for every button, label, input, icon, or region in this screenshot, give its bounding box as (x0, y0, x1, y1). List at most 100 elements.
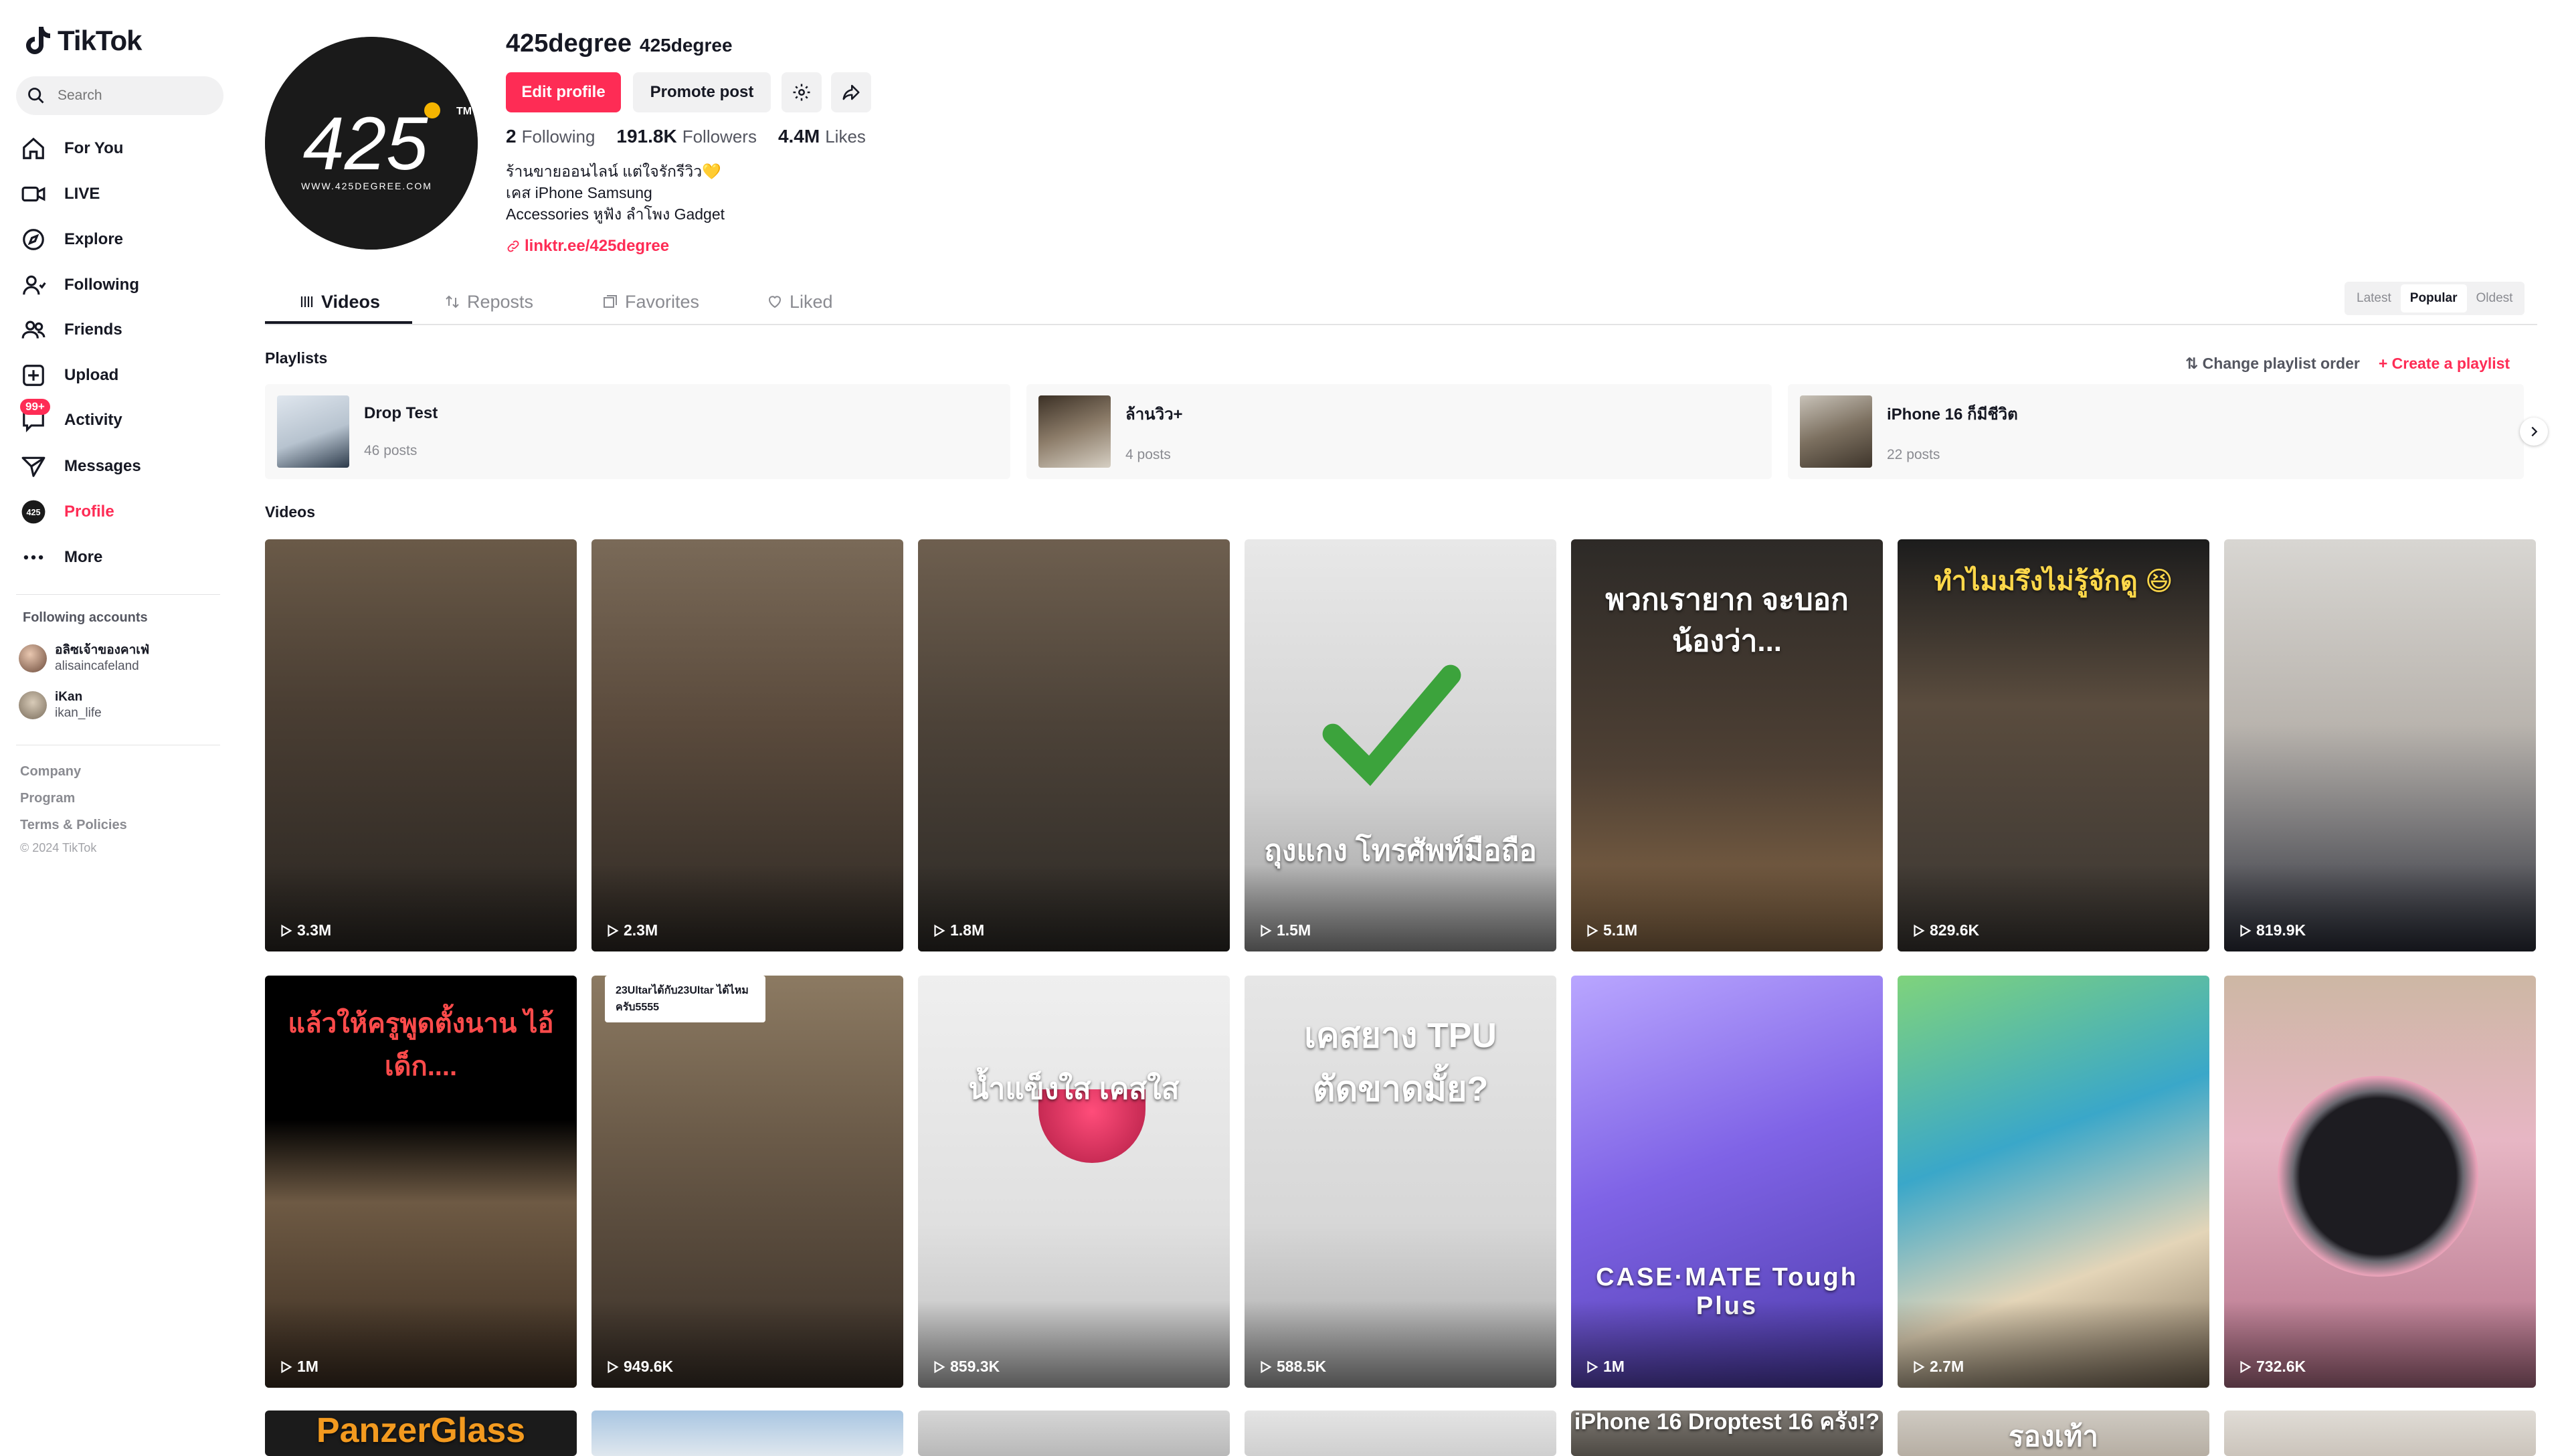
playlist-next-button[interactable] (2520, 418, 2548, 446)
sort-popular[interactable]: Popular (2400, 284, 2467, 312)
sort-latest[interactable]: Latest (2347, 284, 2401, 312)
video-thumbnail[interactable] (1245, 1410, 1556, 1456)
account-handle: ikan_life (55, 706, 102, 720)
video-caption: น้ำแข็งใส เคสใส (968, 1073, 1180, 1105)
nav-friends[interactable]: Friends (16, 310, 223, 349)
video-thumbnail[interactable] (918, 1410, 1230, 1456)
nav-messages[interactable]: Messages (16, 447, 223, 486)
playlist-card[interactable]: ล้านวิว+ 4 posts (1026, 384, 1772, 479)
account-handle: alisaincafeland (55, 659, 139, 673)
activity-badge: 99+ (20, 399, 50, 415)
tab-videos[interactable]: Videos (298, 281, 380, 323)
playlist-name: iPhone 16 ก็มีชีวิต (1887, 405, 2018, 424)
nav-for-you[interactable]: For You (16, 129, 223, 168)
video-thumbnail[interactable]: iPhone 16 Droptest 16 ครั้ง!? (1571, 1410, 1883, 1456)
promote-post-button[interactable]: Promote post (633, 72, 771, 112)
followers-stat[interactable]: 191.8K Followers (616, 126, 757, 147)
nav-label: More (64, 548, 103, 566)
tab-reposts[interactable]: Reposts (444, 281, 533, 323)
playlist-card[interactable]: Drop Test 46 posts (265, 384, 1010, 479)
video-thumbnail[interactable]: 2.3M (591, 539, 903, 951)
play-icon (281, 924, 292, 937)
video-views: 829.6K (1911, 921, 1979, 939)
videos-heading: Videos (265, 503, 315, 521)
share-profile-button[interactable] (831, 72, 871, 112)
tab-favorites[interactable]: Favorites (602, 281, 699, 323)
following-account[interactable]: อลิซเจ้าของคาเฟ่ alisaincafeland (19, 642, 149, 674)
svg-text:425: 425 (26, 508, 40, 517)
footer-link-terms[interactable]: Terms & Policies (20, 818, 127, 833)
video-thumbnail[interactable] (591, 1410, 903, 1456)
footer-link-company[interactable]: Company (20, 764, 81, 780)
following-account[interactable]: iKan ikan_life (19, 689, 102, 721)
nav-profile[interactable]: 425 Profile (16, 492, 223, 531)
video-thumbnail[interactable]: 2.7M (1898, 976, 2209, 1388)
edit-profile-button[interactable]: Edit profile (506, 72, 621, 112)
nav-label: Profile (64, 503, 114, 521)
play-icon (1587, 1360, 1598, 1373)
search-input[interactable] (56, 87, 206, 104)
more-icon (23, 555, 43, 560)
nav-live[interactable]: LIVE (16, 175, 223, 213)
playlist-card[interactable]: iPhone 16 ก็มีชีวิต 22 posts (1788, 384, 2524, 479)
video-thumbnail[interactable]: 3.3M (265, 539, 577, 951)
nav-label: Friends (64, 321, 122, 339)
create-playlist-button[interactable]: + Create a playlist (2379, 355, 2510, 373)
video-thumbnail[interactable]: ทำไมมรึงไม่รู้จักดู 😆 829.6K (1898, 539, 2209, 951)
upload-icon (23, 365, 44, 386)
video-thumbnail[interactable]: 23Ultarได้กับ23Ultar ได้ไหมครับ5555 949.… (591, 976, 903, 1388)
profile-avatar: 425 TM WWW.425DEGREE.COM (265, 37, 478, 250)
nav-label: Upload (64, 366, 119, 384)
playlist-name: Drop Test (364, 404, 438, 422)
playlist-actions: ⇅ Change playlist order + Create a playl… (2185, 355, 2510, 373)
change-playlist-order-button[interactable]: ⇅ Change playlist order (2185, 355, 2360, 373)
video-thumbnail[interactable]: 819.9K (2224, 539, 2536, 951)
video-thumbnail[interactable]: น้ำแข็งใส เคสใส 859.3K (918, 976, 1230, 1388)
video-views: 819.9K (2237, 921, 2306, 939)
profile-link[interactable]: linktr.ee/425degree (506, 237, 669, 256)
play-icon (2240, 1360, 2252, 1373)
bio-line: เคส iPhone Samsung (506, 184, 652, 201)
play-icon (2240, 924, 2252, 937)
video-thumbnail[interactable]: รองเท้า (1898, 1410, 2209, 1456)
video-views: 1.8M (931, 921, 984, 939)
play-icon (1587, 924, 1598, 937)
video-caption: แล้วให้ครูพูดตั้งนาน ไอ้เด็ก.... (288, 1009, 554, 1081)
avatar (19, 691, 47, 719)
video-thumbnail[interactable]: ถุงแกง โทรศัพท์มือถือ 1.5M (1245, 539, 1556, 951)
video-thumbnail[interactable]: CASE·MATE Tough Plus 1M (1571, 976, 1883, 1388)
footer-link-program[interactable]: Program (20, 791, 75, 806)
video-views: 5.1M (1584, 921, 1637, 939)
playlist-thumbnail (277, 395, 349, 468)
tab-liked[interactable]: Liked (767, 281, 833, 323)
nav-activity[interactable]: 99+ Activity (16, 399, 223, 440)
video-caption: PanzerGlass (316, 1411, 526, 1450)
nav-more[interactable]: More (16, 538, 223, 577)
chevron-right-icon (2531, 426, 2538, 437)
sort-oldest[interactable]: Oldest (2467, 284, 2523, 312)
playlist-thumbnail (1038, 395, 1111, 468)
video-thumbnail[interactable]: แล้วให้ครูพูดตั้งนาน ไอ้เด็ก.... 1M (265, 976, 577, 1388)
video-thumbnail[interactable]: PanzerGlass (265, 1410, 577, 1456)
following-stat[interactable]: 2 Following (506, 126, 595, 147)
video-thumbnail[interactable]: พวกเรายาก จะบอกน้องว่า... 5.1M (1571, 539, 1883, 951)
tab-label: Videos (321, 291, 381, 312)
search-box[interactable] (16, 76, 223, 115)
play-icon (281, 1360, 292, 1373)
nav-upload[interactable]: Upload (16, 356, 223, 395)
video-thumbnail[interactable]: 1.8M (918, 539, 1230, 951)
nav-following[interactable]: Following (16, 266, 223, 304)
grid-icon (300, 296, 313, 307)
settings-button[interactable] (782, 72, 822, 112)
video-caption: iPhone 16 Droptest 16 ครั้ง!? (1574, 1410, 1880, 1435)
nav-label: Messages (64, 457, 141, 475)
account-name: อลิซเจ้าของคาเฟ่ (55, 643, 150, 657)
video-thumbnail[interactable]: 732.6K (2224, 976, 2536, 1388)
nav-explore[interactable]: Explore (16, 220, 223, 259)
nav-label: Activity (64, 411, 122, 429)
tiktok-logo[interactable]: TikTok (24, 24, 142, 58)
likes-stat: 4.4M Likes (777, 126, 866, 147)
video-thumbnail[interactable]: เคสยาง TPU ตัดขาดมั้ย? 588.5K (1245, 976, 1556, 1388)
video-thumbnail[interactable] (2224, 1410, 2536, 1456)
video-views: 588.5K (1258, 1358, 1326, 1376)
